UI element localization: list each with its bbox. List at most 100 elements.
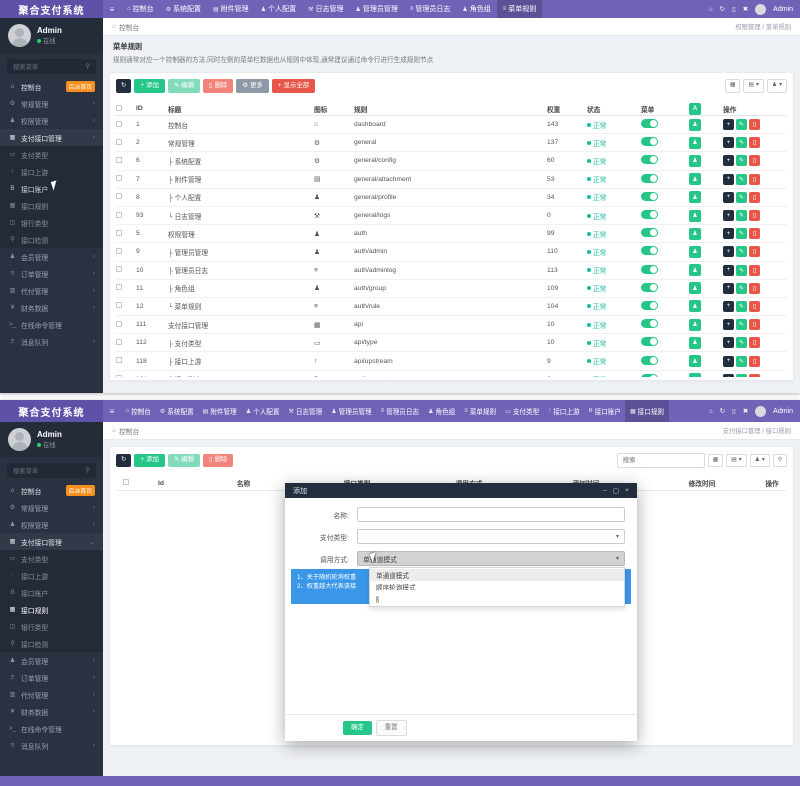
sidebar-search[interactable]: 搜索菜单 ⚲ <box>7 463 96 478</box>
delete-row-button[interactable]: ▯ <box>749 246 760 257</box>
add-sub-button[interactable]: + <box>723 210 734 221</box>
view-mode-button[interactable]: ♟▾ <box>767 79 787 93</box>
edit-row-button[interactable]: ✎ <box>736 265 747 276</box>
sidebar-item[interactable]: ⚙常规管理‹ <box>0 95 103 112</box>
search-button[interactable]: ⚲ <box>773 454 787 468</box>
edit-row-button[interactable]: ✎ <box>736 301 747 312</box>
delete-row-button[interactable]: ▯ <box>749 283 760 294</box>
menu-toggle[interactable] <box>641 119 658 128</box>
nav-tab[interactable]: ▤附件管理 <box>207 0 255 18</box>
menu-toggle[interactable] <box>641 265 658 274</box>
edit-button[interactable]: ✎编辑 <box>168 454 200 467</box>
nav-tab[interactable]: ≡管理员日志 <box>404 0 457 18</box>
edit-row-button[interactable]: ✎ <box>736 246 747 257</box>
member-button[interactable]: ♟ <box>689 191 701 203</box>
row-checkbox[interactable] <box>116 248 122 254</box>
admin-name[interactable]: Admin <box>773 408 793 415</box>
sidebar-item[interactable]: ▦接口规则 <box>0 601 103 618</box>
home-icon[interactable]: ⌂ <box>709 408 713 415</box>
columns-button[interactable]: ▤▾ <box>726 454 746 468</box>
member-button[interactable]: ♟ <box>689 155 701 167</box>
row-checkbox[interactable] <box>116 284 122 290</box>
member-button[interactable]: ♟ <box>689 228 701 240</box>
menu-toggle[interactable] <box>641 246 658 255</box>
delete-row-button[interactable]: ▯ <box>749 174 760 185</box>
member-button[interactable]: ♟ <box>689 319 701 331</box>
sidebar-item[interactable]: ⚲接口检测 <box>0 635 103 652</box>
add-button[interactable]: +添加 <box>134 79 165 92</box>
delete-row-button[interactable]: ▯ <box>749 210 760 221</box>
row-checkbox[interactable] <box>116 375 122 377</box>
delete-row-button[interactable]: ▯ <box>749 192 760 203</box>
delete-row-button[interactable]: ▯ <box>749 337 760 348</box>
member-button[interactable]: ♟ <box>689 137 701 149</box>
nav-tab[interactable]: ♟管理员管理 <box>327 400 376 422</box>
sidebar-item[interactable]: ⌂控制台后台首页 <box>0 78 103 95</box>
select-all-checkbox[interactable] <box>123 479 129 485</box>
sidebar-item[interactable]: ▭支付类型 <box>0 146 103 163</box>
brand-logo[interactable]: 聚合支付系统 <box>0 0 103 18</box>
sidebar-item[interactable]: ≡消息队列‹ <box>0 737 103 754</box>
menu-toggle[interactable] <box>641 374 658 377</box>
member-button[interactable]: ♟ <box>689 282 701 294</box>
sidebar-item[interactable]: ▦接口规则 <box>0 197 103 214</box>
sidebar-item[interactable]: ⌂控制台后台首页 <box>0 482 103 499</box>
confirm-button[interactable]: 确定 <box>343 721 372 734</box>
row-checkbox[interactable] <box>116 357 122 363</box>
row-checkbox[interactable] <box>116 230 122 236</box>
edit-row-button[interactable]: ✎ <box>736 337 747 348</box>
sidebar-item[interactable]: ▭支付类型 <box>0 550 103 567</box>
menu-toggle[interactable] <box>641 283 658 292</box>
sidebar-toggle-icon[interactable]: ≡ <box>103 0 121 18</box>
delete-button[interactable]: ▯删除 <box>203 79 233 92</box>
nav-tab[interactable]: ▦接口规则 <box>625 400 668 422</box>
name-input[interactable] <box>357 507 625 522</box>
sidebar-item[interactable]: ≡消息队列‹ <box>0 333 103 350</box>
member-button[interactable]: ♟ <box>689 355 701 367</box>
menu-toggle[interactable] <box>641 228 658 237</box>
delete-row-button[interactable]: ▯ <box>749 265 760 276</box>
menu-toggle[interactable] <box>641 192 658 201</box>
edit-row-button[interactable]: ✎ <box>736 210 747 221</box>
sidebar-item[interactable]: ↑接口上游 <box>0 567 103 584</box>
edit-button[interactable]: ✎编辑 <box>168 79 200 92</box>
nav-tab[interactable]: ⚙系统配置 <box>160 0 207 18</box>
invoke-mode-select[interactable]: 单通道模式 ▾ <box>357 551 625 566</box>
export-button[interactable]: ▦ <box>725 79 740 93</box>
nav-tab[interactable]: ♟个人配置 <box>241 400 284 422</box>
dropdown-option[interactable]: 单通道模式 <box>370 569 624 581</box>
member-button[interactable]: ♟ <box>689 119 701 131</box>
fullscreen-icon[interactable]: ✖ <box>743 5 748 13</box>
nav-tab[interactable]: ≡管理员日志 <box>376 400 423 422</box>
row-checkbox[interactable] <box>116 212 122 218</box>
sidebar-item[interactable]: ◫银行类型 <box>0 618 103 635</box>
more-button[interactable]: ⚙更多 <box>236 79 269 92</box>
menu-toggle[interactable] <box>641 301 658 310</box>
delete-row-button[interactable]: ▯ <box>749 319 760 330</box>
avatar[interactable] <box>8 428 31 451</box>
add-sub-button[interactable]: + <box>723 265 734 276</box>
nav-tab[interactable]: ♟个人配置 <box>255 0 302 18</box>
sidebar-item[interactable]: ≡订单管理‹ <box>0 265 103 282</box>
sidebar-item[interactable]: ♟会员管理‹ <box>0 248 103 265</box>
row-checkbox[interactable] <box>116 175 122 181</box>
delete-row-button[interactable]: ▯ <box>749 356 760 367</box>
add-button[interactable]: +添加 <box>134 454 165 467</box>
home-icon[interactable]: ⌂ <box>709 6 713 13</box>
close-icon[interactable]: × <box>625 487 629 495</box>
add-sub-button[interactable]: + <box>723 119 734 130</box>
member-button[interactable]: ♟ <box>689 173 701 185</box>
nav-tab[interactable]: ⚙系统配置 <box>155 400 198 422</box>
menu-toggle[interactable] <box>641 210 658 219</box>
minimize-icon[interactable]: – <box>603 487 607 495</box>
maximize-icon[interactable]: ▢ <box>613 487 619 495</box>
member-button[interactable]: ♟ <box>689 210 701 222</box>
edit-row-button[interactable]: ✎ <box>736 119 747 130</box>
member-button[interactable]: ♟ <box>689 373 701 377</box>
add-sub-button[interactable]: + <box>723 319 734 330</box>
columns-button[interactable]: ▤▾ <box>743 79 763 93</box>
nav-tab[interactable]: ⌂控制台 <box>121 0 160 18</box>
sidebar-item[interactable]: ¥财务数据‹ <box>0 299 103 316</box>
nav-tab[interactable]: ♟角色组 <box>424 400 460 422</box>
sidebar-item[interactable]: ♟权限管理‹ <box>0 516 103 533</box>
